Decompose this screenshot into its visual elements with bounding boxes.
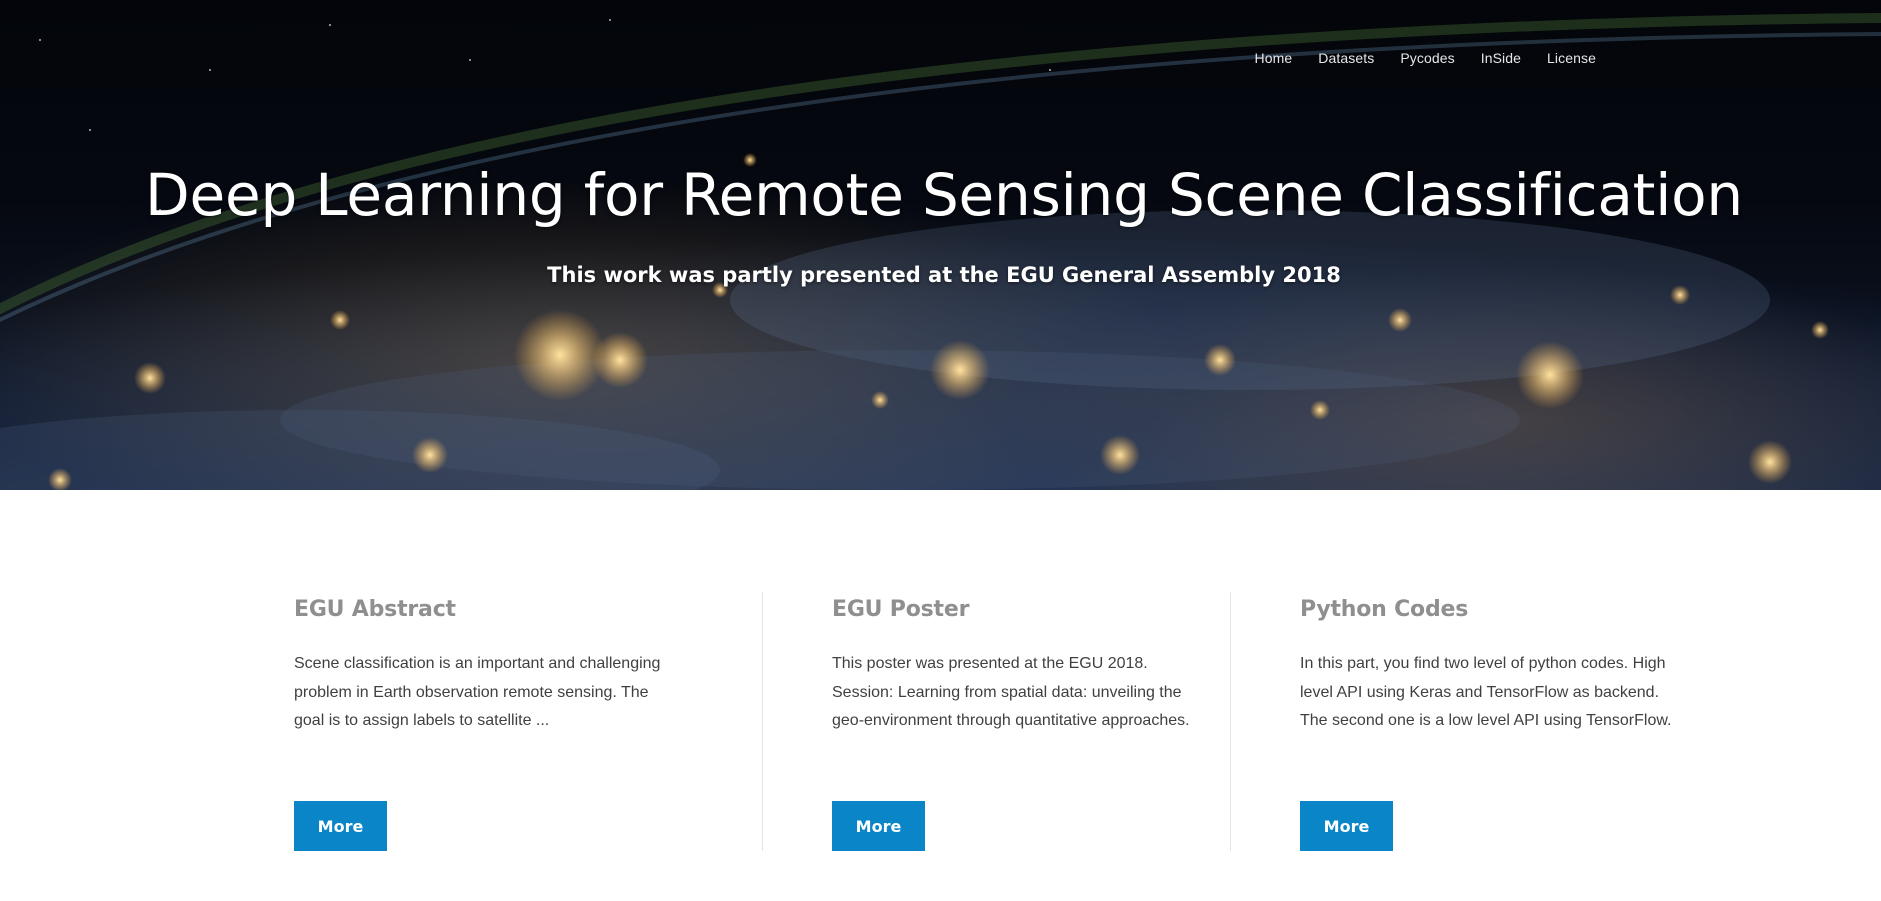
nav-datasets-link[interactable]: Datasets [1318,50,1374,66]
page-subtitle: This work was partly presented at the EG… [547,263,1341,287]
column-divider [1230,592,1231,851]
hero-banner: Home Datasets Pycodes InSide License Dee… [0,0,1881,490]
python-codes-more-button[interactable]: More [1300,801,1393,851]
feature-title: EGU Poster [832,597,970,622]
nav-pycodes-link[interactable]: Pycodes [1400,50,1454,66]
feature-egu-poster: EGU Poster This poster was presented at … [762,592,1230,852]
column-divider [762,592,763,851]
feature-python-codes: Python Codes In this part, you find two … [1230,592,1698,852]
page-title: Deep Learning for Remote Sensing Scene C… [145,161,1743,229]
main-nav: Home Datasets Pycodes InSide License [1255,48,1596,68]
feature-description: This poster was presented at the EGU 201… [832,655,1190,729]
feature-description: Scene classification is an important and… [294,655,661,729]
features-section: EGU Abstract Scene classification is an … [294,592,1698,852]
feature-title: EGU Abstract [294,597,456,622]
nav-inside-link[interactable]: InSide [1481,50,1521,66]
egu-poster-more-button[interactable]: More [832,801,925,851]
nav-license-link[interactable]: License [1547,50,1596,66]
nav-home-link[interactable]: Home [1255,50,1293,66]
earth-night-image [0,13,1881,490]
egu-abstract-more-button[interactable]: More [294,801,387,851]
feature-title: Python Codes [1300,597,1469,622]
feature-description: In this part, you find two level of pyth… [1300,655,1672,729]
feature-egu-abstract: EGU Abstract Scene classification is an … [294,592,762,852]
